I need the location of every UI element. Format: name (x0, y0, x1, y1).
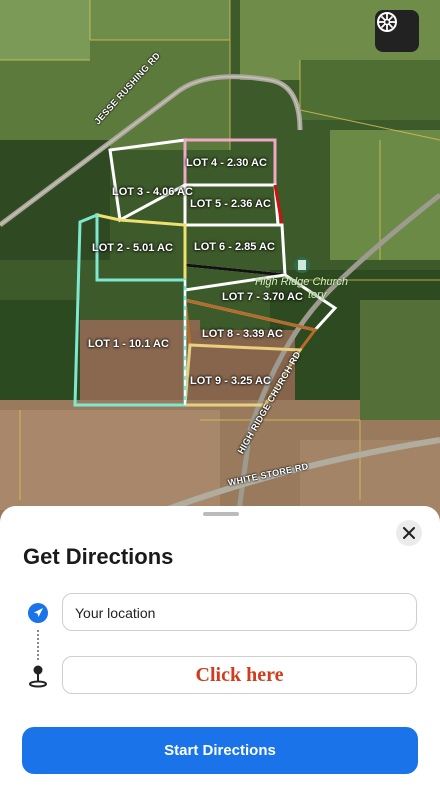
close-button[interactable] (396, 520, 422, 546)
destination-field[interactable]: Click here (62, 656, 417, 694)
lot-8-label: LOT 8 - 3.39 AC (202, 328, 283, 340)
lot-9-label: LOT 9 - 3.25 AC (190, 375, 271, 387)
start-directions-button[interactable]: Start Directions (22, 727, 418, 774)
map-view[interactable]: LOT 1 - 10.1 AC LOT 2 - 5.01 AC LOT 3 - … (0, 0, 440, 540)
satellite-imagery (0, 0, 440, 540)
lot-7-label: LOT 7 - 3.70 AC (222, 291, 303, 303)
destination-field-value: Click here (195, 664, 284, 686)
lot-4-label: LOT 4 - 2.30 AC (186, 157, 267, 169)
lot-3-label: LOT 3 - 4.06 AC (112, 186, 193, 198)
sheet-grabber[interactable] (203, 512, 239, 516)
directions-sheet: Get Directions Your location Click here … (0, 506, 440, 808)
compass-button[interactable] (375, 10, 419, 52)
lot-6-label: LOT 6 - 2.85 AC (194, 241, 275, 253)
origin-field[interactable]: Your location (62, 593, 417, 631)
destination-pin-icon (29, 665, 47, 688)
poi-label-church[interactable]: High Ridge Church (255, 276, 348, 288)
lot-2-label: LOT 2 - 5.01 AC (92, 242, 173, 254)
route-connector (37, 630, 41, 660)
origin-field-value: Your location (75, 605, 156, 621)
lot-1-label: LOT 1 - 10.1 AC (88, 338, 169, 350)
sheet-title: Get Directions (23, 544, 174, 569)
compass-icon (377, 12, 397, 32)
poi-label-cemetery: tery (308, 289, 327, 301)
lot-5-label: LOT 5 - 2.36 AC (190, 198, 271, 210)
close-icon (403, 527, 415, 539)
location-arrow-icon (28, 603, 48, 623)
